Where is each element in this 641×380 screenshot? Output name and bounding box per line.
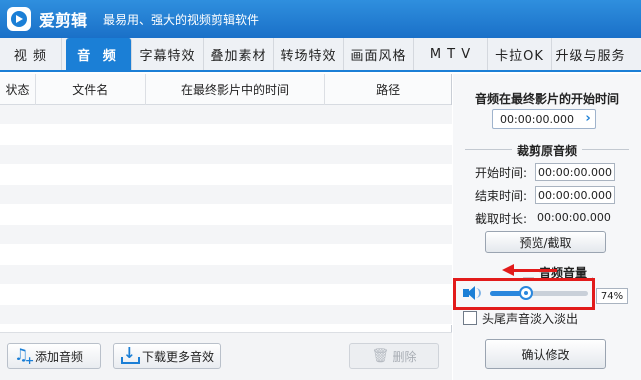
duration-label: 截取时长: (475, 212, 528, 226)
add-music-icon (14, 345, 34, 367)
preview-trim-button[interactable]: 预览/截取 (485, 231, 606, 253)
download-more-label: 下载更多音效 (142, 349, 215, 364)
table-row (0, 285, 452, 305)
start-time-title: 音频在最终影片的开始时间 (474, 92, 619, 106)
start-time-label: 开始时间: (475, 166, 528, 180)
column-header-time-in-film[interactable]: 在最终影片中的时间 (146, 74, 326, 105)
tab-transition-effects[interactable]: 转场特效 (274, 38, 344, 70)
annotation-arrow-head-icon (502, 264, 514, 276)
table-body (0, 105, 452, 325)
app-name: 爱剪辑 (39, 11, 88, 30)
tab-audio[interactable]: 音 频 (66, 38, 132, 70)
column-header-path[interactable]: 路径 (325, 74, 451, 105)
delete-label: 删除 (392, 349, 417, 364)
tab-overlay-materials[interactable]: 叠加素材 (204, 38, 274, 70)
trim-section-title: 裁剪原音频 (453, 142, 641, 159)
table-row (0, 125, 452, 145)
table-row (0, 105, 452, 125)
app-logo-icon (7, 7, 31, 31)
tab-video[interactable]: 视 频 (0, 38, 62, 70)
tab-upgrade-service[interactable]: 升级与服务 (552, 38, 629, 70)
chevron-right-icon[interactable]: › (581, 110, 595, 128)
main-tab-bar: 视 频 音 频 字幕特效 叠加素材 转场特效 画面风格 M T V 卡拉OK 升… (0, 38, 641, 72)
column-header-status[interactable]: 状态 (0, 74, 36, 105)
start-time-in-film-value: 00:00:00.000 (500, 112, 574, 126)
tab-karaoke[interactable]: 卡拉OK (488, 38, 552, 70)
confirm-modify-button[interactable]: 确认修改 (485, 339, 606, 369)
annotation-arrow-shaft (513, 269, 557, 272)
table-row (0, 225, 452, 245)
tab-mtv[interactable]: M T V (414, 38, 488, 70)
add-audio-label: 添加音频 (35, 349, 84, 364)
table-row (0, 305, 452, 325)
table-row (0, 205, 452, 225)
fade-in-out-checkbox[interactable] (463, 311, 477, 325)
trash-icon: 🗑 (371, 348, 390, 364)
table-row (0, 185, 452, 205)
list-button-bar: 添加音频 下载更多音效 🗑 删除 (0, 332, 452, 380)
table-row (0, 165, 452, 185)
audio-settings-panel: 音频在最终影片的开始时间 00:00:00.000 › 裁剪原音频 开始时间: … (453, 74, 641, 380)
start-time-input[interactable]: 00:00:00.000 (535, 163, 615, 181)
delete-button[interactable]: 🗑 删除 (349, 343, 439, 369)
download-icon (120, 344, 140, 365)
title-bar: 爱剪辑 最易用、强大的视频剪辑软件 (0, 0, 641, 38)
fade-in-out-label: 头尾声音淡入淡出 (482, 312, 579, 326)
tab-subtitle-effects[interactable]: 字幕特效 (132, 38, 204, 70)
duration-value: 00:00:00.000 (537, 211, 611, 224)
app-slogan: 最易用、强大的视频剪辑软件 (103, 12, 260, 27)
end-time-label: 结束时间: (475, 189, 528, 203)
table-row (0, 245, 452, 265)
add-audio-button[interactable]: 添加音频 (7, 343, 101, 369)
download-more-sounds-button[interactable]: 下载更多音效 (113, 343, 221, 369)
column-header-filename[interactable]: 文件名 (36, 74, 146, 105)
volume-percent-field[interactable]: 74% (596, 288, 628, 304)
start-time-in-film-field[interactable]: 00:00:00.000 › (492, 109, 596, 129)
end-time-input[interactable]: 00:00:00.000 (535, 186, 615, 204)
table-header: 状态 文件名 在最终影片中的时间 路径 (0, 74, 451, 105)
table-row (0, 145, 452, 165)
volume-highlight-box (453, 278, 595, 310)
audio-list-table: 状态 文件名 在最终影片中的时间 路径 添加音频 下载更多音效 🗑 删除 (0, 74, 452, 380)
tab-picture-style[interactable]: 画面风格 (344, 38, 414, 70)
table-row (0, 265, 452, 285)
